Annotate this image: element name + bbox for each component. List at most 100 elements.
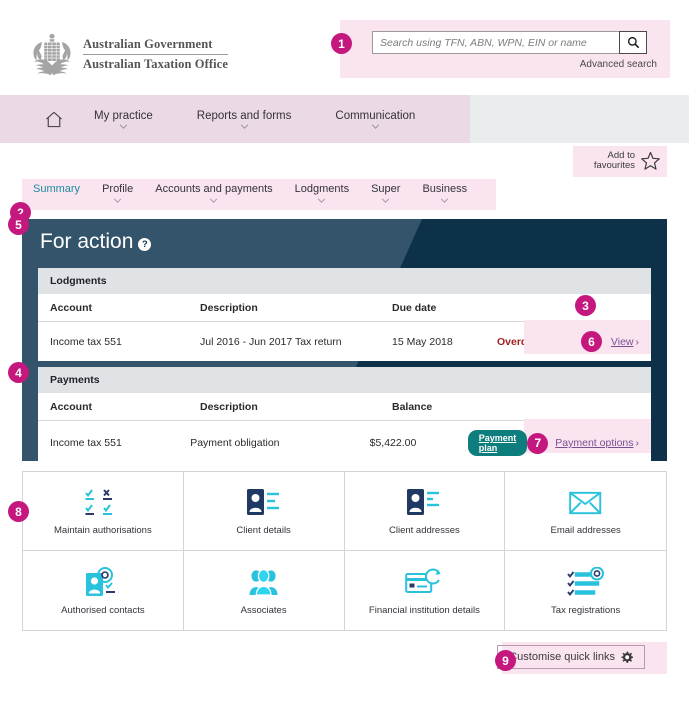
main-navigation: 2 My practice Reports and forms Communic… bbox=[0, 95, 689, 143]
quick-link-authorised-contacts[interactable]: Authorised contacts bbox=[23, 551, 184, 630]
add-to-favourites-label: Add to favourites bbox=[594, 151, 635, 172]
gear-icon bbox=[621, 651, 633, 663]
tab-label: Lodgments bbox=[295, 183, 349, 195]
checklist-seal-icon bbox=[567, 566, 605, 600]
sub-navigation-tabs: 4 Summary Profile Accounts and payments … bbox=[0, 179, 689, 210]
quick-link-label: Authorised contacts bbox=[61, 605, 144, 616]
tab-lodgments[interactable]: Lodgments bbox=[284, 183, 360, 203]
lodgments-section-title: Lodgments bbox=[38, 268, 651, 294]
callout-7: 7 bbox=[527, 433, 548, 454]
payment-plan-badge[interactable]: Payment plan bbox=[468, 430, 528, 456]
for-action-title: For action ? bbox=[40, 230, 151, 254]
chevron-down-icon bbox=[209, 198, 218, 203]
cell-account: Income tax 551 bbox=[50, 336, 200, 348]
quick-link-label: Email addresses bbox=[551, 525, 621, 536]
column-header-account: Account bbox=[50, 401, 200, 413]
nav-item-reports-and-forms[interactable]: Reports and forms bbox=[175, 110, 314, 129]
quick-link-label: Client details bbox=[236, 525, 290, 536]
tab-label: Business bbox=[422, 183, 467, 195]
for-action-panel: For action ? Lodgments Account Descripti… bbox=[22, 219, 667, 461]
callout-1: 1 bbox=[331, 33, 352, 54]
view-link[interactable]: View bbox=[611, 336, 634, 348]
chevron-down-icon bbox=[317, 198, 326, 203]
quick-link-label: Financial institution details bbox=[369, 605, 480, 616]
quick-links-grid: Maintain authorisations Client details bbox=[22, 471, 667, 631]
checklist-pair-icon bbox=[85, 486, 121, 520]
logo-line-ato: Australian Taxation Office bbox=[83, 55, 228, 72]
nav-item-label: Reports and forms bbox=[197, 110, 292, 122]
lodgments-table-header: Account Description Due date bbox=[38, 294, 651, 322]
payment-options-link[interactable]: Payment options bbox=[555, 437, 633, 449]
page-header: 1 Australian Government Australian Taxat… bbox=[0, 0, 689, 95]
search-box[interactable] bbox=[372, 31, 647, 54]
nav-item-communication[interactable]: Communication bbox=[313, 110, 437, 129]
chevron-down-icon bbox=[381, 198, 390, 203]
tab-label: Summary bbox=[33, 183, 80, 195]
callout-4: 4 bbox=[8, 362, 29, 383]
quick-link-email-addresses[interactable]: Email addresses bbox=[505, 472, 666, 551]
two-people-icon bbox=[248, 566, 280, 600]
tab-profile[interactable]: Profile bbox=[91, 183, 144, 203]
tab-summary[interactable]: Summary bbox=[22, 183, 91, 195]
search-icon bbox=[627, 36, 640, 49]
quick-links-section: 8 Maintain authorisations bbox=[22, 471, 667, 631]
tab-business[interactable]: Business bbox=[411, 183, 478, 203]
tab-accounts-and-payments[interactable]: Accounts and payments bbox=[144, 183, 283, 203]
table-row: Income tax 551 Payment obligation $5,422… bbox=[38, 421, 651, 461]
chevron-down-icon bbox=[371, 124, 380, 129]
customise-quick-links-button[interactable]: Customise quick links bbox=[497, 645, 645, 669]
favourites-row: 3 Add to favourites bbox=[0, 143, 689, 179]
lodgments-table: Lodgments Account Description Due date I… bbox=[38, 268, 651, 361]
star-outline-icon bbox=[640, 151, 661, 171]
tab-label: Super bbox=[371, 183, 400, 195]
quick-link-associates[interactable]: Associates bbox=[184, 551, 345, 630]
tab-super[interactable]: Super bbox=[360, 183, 411, 203]
quick-link-label: Tax registrations bbox=[551, 605, 620, 616]
column-header-balance: Balance bbox=[392, 401, 497, 413]
for-action-title-text: For action bbox=[40, 230, 133, 254]
chevron-right-icon: › bbox=[636, 437, 640, 449]
callout-8: 8 bbox=[8, 501, 29, 522]
callout-9: 9 bbox=[495, 650, 516, 671]
ato-logo: Australian Government Australian Taxatio… bbox=[28, 32, 228, 76]
callout-6: 6 bbox=[581, 331, 602, 352]
advanced-search-link[interactable]: Advanced search bbox=[580, 59, 657, 70]
person-card-lines-icon bbox=[406, 486, 442, 520]
search-button[interactable] bbox=[619, 31, 647, 54]
quick-link-label: Client addresses bbox=[389, 525, 460, 536]
logo-line-government: Australian Government bbox=[83, 37, 228, 55]
quick-link-client-addresses[interactable]: Client addresses bbox=[345, 472, 506, 551]
payments-table-header: Account Description Balance bbox=[38, 393, 651, 421]
question-mark-icon[interactable]: ? bbox=[138, 238, 151, 251]
customise-row: 9 Customise quick links bbox=[22, 631, 667, 681]
chevron-down-icon bbox=[440, 198, 449, 203]
for-action-section: 5 For action ? Lodgments Account Descrip… bbox=[22, 219, 667, 461]
payments-table: Payments Account Description Balance Inc… bbox=[38, 367, 651, 461]
cell-description: Payment obligation bbox=[190, 437, 369, 449]
column-header-account: Account bbox=[50, 302, 200, 314]
person-card-icon bbox=[246, 486, 282, 520]
quick-link-label: Maintain authorisations bbox=[54, 525, 152, 536]
chevron-right-icon: › bbox=[636, 336, 640, 348]
column-header-description: Description bbox=[200, 302, 392, 314]
quick-link-client-details[interactable]: Client details bbox=[184, 472, 345, 551]
nav-item-my-practice[interactable]: My practice bbox=[72, 110, 175, 129]
quick-link-maintain-authorisations[interactable]: Maintain authorisations bbox=[23, 472, 184, 551]
quick-link-financial-institution-details[interactable]: Financial institution details bbox=[345, 551, 506, 630]
callout-5: 5 bbox=[8, 214, 29, 235]
tab-label: Profile bbox=[102, 183, 133, 195]
chevron-down-icon bbox=[113, 198, 122, 203]
customise-quick-links-label: Customise quick links bbox=[509, 651, 615, 663]
search-input[interactable] bbox=[372, 31, 619, 54]
cell-description: Jul 2016 - Jun 2017 Tax return bbox=[200, 336, 392, 348]
person-card-badge-icon bbox=[85, 566, 121, 600]
cell-due-date: 15 May 2018 bbox=[392, 336, 497, 348]
australian-coat-of-arms-icon bbox=[28, 32, 76, 76]
table-row: Income tax 551 Jul 2016 - Jun 2017 Tax r… bbox=[38, 322, 651, 361]
add-to-favourites-button[interactable]: Add to favourites bbox=[594, 151, 661, 172]
callout-3: 3 bbox=[575, 295, 596, 316]
quick-link-tax-registrations[interactable]: Tax registrations bbox=[505, 551, 666, 630]
home-button[interactable] bbox=[36, 111, 72, 128]
cell-balance: $5,422.00 bbox=[370, 437, 468, 449]
nav-item-label: My practice bbox=[94, 110, 153, 122]
